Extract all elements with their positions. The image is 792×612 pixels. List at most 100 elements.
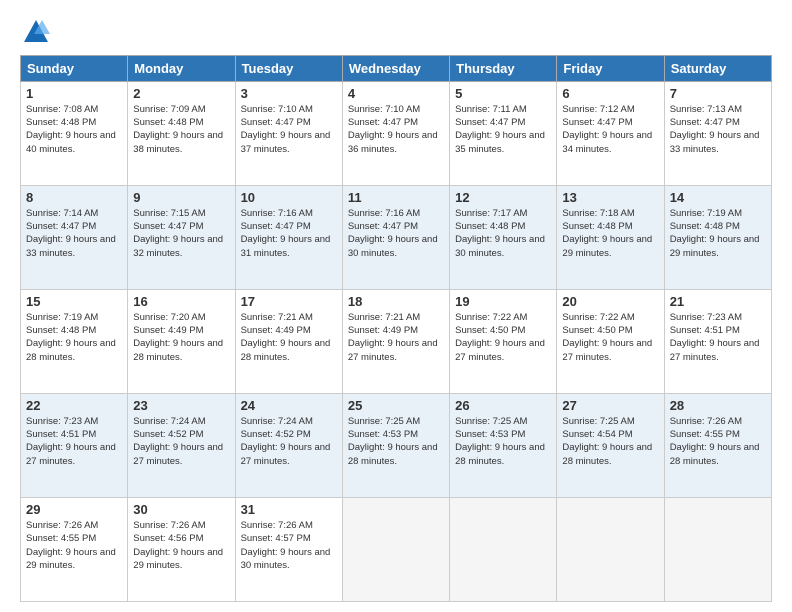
day-info: Sunrise: 7:16 AMSunset: 4:47 PMDaylight:… <box>348 207 444 260</box>
calendar-cell: 30 Sunrise: 7:26 AMSunset: 4:56 PMDayligh… <box>128 497 235 601</box>
calendar-cell: 7 Sunrise: 7:13 AMSunset: 4:47 PMDaylight… <box>664 81 771 185</box>
day-number: 28 <box>670 398 766 413</box>
day-number: 10 <box>241 190 337 205</box>
logo-icon <box>22 18 50 46</box>
page: SundayMondayTuesdayWednesdayThursdayFrid… <box>0 0 792 612</box>
day-info: Sunrise: 7:22 AMSunset: 4:50 PMDaylight:… <box>455 311 551 364</box>
day-number: 1 <box>26 86 122 101</box>
day-header-friday: Friday <box>557 55 664 81</box>
week-row-3: 15Sunrise: 7:19 AMSunset: 4:48 PMDayligh… <box>21 289 772 393</box>
calendar-cell: 13Sunrise: 7:18 AMSunset: 4:48 PMDayligh… <box>557 185 664 289</box>
calendar-cell: 26 Sunrise: 7:25 AMSunset: 4:53 PMDayligh… <box>450 393 557 497</box>
calendar-cell: 24 Sunrise: 7:24 AMSunset: 4:52 PMDayligh… <box>235 393 342 497</box>
day-info: Sunrise: 7:24 AMSunset: 4:52 PMDaylight:… <box>241 415 337 468</box>
calendar-cell: 22 Sunrise: 7:23 AMSunset: 4:51 PMDayligh… <box>21 393 128 497</box>
day-header-thursday: Thursday <box>450 55 557 81</box>
calendar-cell: 28 Sunrise: 7:26 AMSunset: 4:55 PMDayligh… <box>664 393 771 497</box>
day-info: Sunrise: 7:11 AMSunset: 4:47 PMDaylight:… <box>455 103 551 156</box>
day-number: 30 <box>133 502 229 517</box>
logo-text <box>20 20 50 51</box>
logo <box>20 20 50 47</box>
day-info: Sunrise: 7:26 AMSunset: 4:56 PMDaylight:… <box>133 519 229 572</box>
day-info: Sunrise: 7:26 AMSunset: 4:55 PMDaylight:… <box>26 519 122 572</box>
day-info: Sunrise: 7:10 AMSunset: 4:47 PMDaylight:… <box>241 103 337 156</box>
calendar-cell: 5Sunrise: 7:11 AMSunset: 4:47 PMDaylight… <box>450 81 557 185</box>
calendar-cell: 9 Sunrise: 7:15 AMSunset: 4:47 PMDaylight… <box>128 185 235 289</box>
week-row-5: 29 Sunrise: 7:26 AMSunset: 4:55 PMDayligh… <box>21 497 772 601</box>
day-number: 20 <box>562 294 658 309</box>
day-number: 9 <box>133 190 229 205</box>
day-number: 16 <box>133 294 229 309</box>
day-number: 13 <box>562 190 658 205</box>
week-row-2: 8 Sunrise: 7:14 AMSunset: 4:47 PMDaylight… <box>21 185 772 289</box>
day-info: Sunrise: 7:21 AMSunset: 4:49 PMDaylight:… <box>241 311 337 364</box>
calendar-cell: 8 Sunrise: 7:14 AMSunset: 4:47 PMDaylight… <box>21 185 128 289</box>
day-info: Sunrise: 7:22 AMSunset: 4:50 PMDaylight:… <box>562 311 658 364</box>
day-info: Sunrise: 7:23 AMSunset: 4:51 PMDaylight:… <box>670 311 766 364</box>
calendar-cell: 20 Sunrise: 7:22 AMSunset: 4:50 PMDayligh… <box>557 289 664 393</box>
day-info: Sunrise: 7:19 AMSunset: 4:48 PMDaylight:… <box>26 311 122 364</box>
calendar-cell: 11Sunrise: 7:16 AMSunset: 4:47 PMDayligh… <box>342 185 449 289</box>
day-number: 21 <box>670 294 766 309</box>
calendar-cell: 19 Sunrise: 7:22 AMSunset: 4:50 PMDayligh… <box>450 289 557 393</box>
day-info: Sunrise: 7:23 AMSunset: 4:51 PMDaylight:… <box>26 415 122 468</box>
day-info: Sunrise: 7:26 AMSunset: 4:57 PMDaylight:… <box>241 519 337 572</box>
day-number: 29 <box>26 502 122 517</box>
day-number: 18 <box>348 294 444 309</box>
day-info: Sunrise: 7:14 AMSunset: 4:47 PMDaylight:… <box>26 207 122 260</box>
day-info: Sunrise: 7:17 AMSunset: 4:48 PMDaylight:… <box>455 207 551 260</box>
day-info: Sunrise: 7:19 AMSunset: 4:48 PMDaylight:… <box>670 207 766 260</box>
day-info: Sunrise: 7:20 AMSunset: 4:49 PMDaylight:… <box>133 311 229 364</box>
calendar-cell <box>450 497 557 601</box>
calendar-cell: 21 Sunrise: 7:23 AMSunset: 4:51 PMDayligh… <box>664 289 771 393</box>
day-number: 4 <box>348 86 444 101</box>
calendar-cell: 25 Sunrise: 7:25 AMSunset: 4:53 PMDayligh… <box>342 393 449 497</box>
header-row: SundayMondayTuesdayWednesdayThursdayFrid… <box>21 55 772 81</box>
calendar-cell: 14Sunrise: 7:19 AMSunset: 4:48 PMDayligh… <box>664 185 771 289</box>
day-info: Sunrise: 7:26 AMSunset: 4:55 PMDaylight:… <box>670 415 766 468</box>
day-number: 25 <box>348 398 444 413</box>
day-header-tuesday: Tuesday <box>235 55 342 81</box>
day-number: 6 <box>562 86 658 101</box>
calendar-cell: 17 Sunrise: 7:21 AMSunset: 4:49 PMDayligh… <box>235 289 342 393</box>
calendar-cell: 1Sunrise: 7:08 AMSunset: 4:48 PMDaylight… <box>21 81 128 185</box>
day-header-wednesday: Wednesday <box>342 55 449 81</box>
header <box>20 16 772 47</box>
day-number: 7 <box>670 86 766 101</box>
week-row-4: 22 Sunrise: 7:23 AMSunset: 4:51 PMDayligh… <box>21 393 772 497</box>
calendar-cell: 27Sunrise: 7:25 AMSunset: 4:54 PMDayligh… <box>557 393 664 497</box>
day-number: 8 <box>26 190 122 205</box>
day-header-monday: Monday <box>128 55 235 81</box>
day-number: 26 <box>455 398 551 413</box>
day-header-saturday: Saturday <box>664 55 771 81</box>
day-header-sunday: Sunday <box>21 55 128 81</box>
day-number: 3 <box>241 86 337 101</box>
day-number: 24 <box>241 398 337 413</box>
calendar-cell <box>557 497 664 601</box>
calendar-cell: 2Sunrise: 7:09 AMSunset: 4:48 PMDaylight… <box>128 81 235 185</box>
day-number: 19 <box>455 294 551 309</box>
calendar-cell: 10Sunrise: 7:16 AMSunset: 4:47 PMDayligh… <box>235 185 342 289</box>
day-number: 2 <box>133 86 229 101</box>
day-info: Sunrise: 7:13 AMSunset: 4:47 PMDaylight:… <box>670 103 766 156</box>
calendar-cell <box>342 497 449 601</box>
calendar-cell: 12 Sunrise: 7:17 AMSunset: 4:48 PMDayligh… <box>450 185 557 289</box>
day-info: Sunrise: 7:25 AMSunset: 4:53 PMDaylight:… <box>348 415 444 468</box>
calendar-cell: 3 Sunrise: 7:10 AMSunset: 4:47 PMDaylight… <box>235 81 342 185</box>
day-number: 22 <box>26 398 122 413</box>
calendar-cell: 18Sunrise: 7:21 AMSunset: 4:49 PMDayligh… <box>342 289 449 393</box>
day-number: 27 <box>562 398 658 413</box>
day-info: Sunrise: 7:25 AMSunset: 4:53 PMDaylight:… <box>455 415 551 468</box>
day-number: 12 <box>455 190 551 205</box>
day-number: 23 <box>133 398 229 413</box>
calendar-cell: 29 Sunrise: 7:26 AMSunset: 4:55 PMDayligh… <box>21 497 128 601</box>
day-info: Sunrise: 7:10 AMSunset: 4:47 PMDaylight:… <box>348 103 444 156</box>
day-number: 17 <box>241 294 337 309</box>
calendar-table: SundayMondayTuesdayWednesdayThursdayFrid… <box>20 55 772 602</box>
calendar-cell: 15Sunrise: 7:19 AMSunset: 4:48 PMDayligh… <box>21 289 128 393</box>
day-info: Sunrise: 7:15 AMSunset: 4:47 PMDaylight:… <box>133 207 229 260</box>
calendar-cell <box>664 497 771 601</box>
week-row-1: 1Sunrise: 7:08 AMSunset: 4:48 PMDaylight… <box>21 81 772 185</box>
day-info: Sunrise: 7:12 AMSunset: 4:47 PMDaylight:… <box>562 103 658 156</box>
calendar-cell: 23Sunrise: 7:24 AMSunset: 4:52 PMDayligh… <box>128 393 235 497</box>
